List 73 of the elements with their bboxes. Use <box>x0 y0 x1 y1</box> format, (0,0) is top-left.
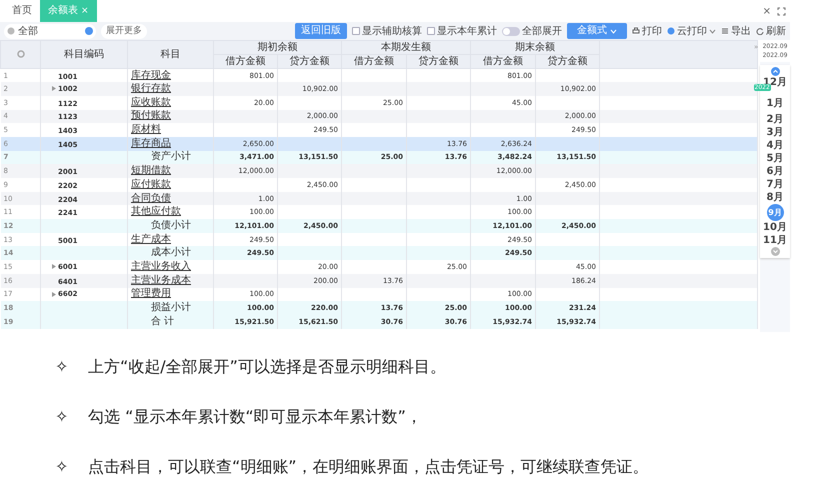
note-text: 上方“收起/全部展开”可以选择是否显示明细科目。 <box>88 356 446 377</box>
month-item[interactable]: 11月 <box>763 234 787 247</box>
caret-icon <box>610 28 617 34</box>
column-group-header: 本期发生额 <box>342 40 470 54</box>
expand-more-button[interactable]: 展开更多 <box>101 24 147 38</box>
close-button[interactable]: × <box>762 4 771 18</box>
account-link[interactable]: 预付账款 <box>131 110 171 122</box>
bullet-marker: ✧ <box>55 356 70 377</box>
account-link[interactable]: 库存现金 <box>131 70 171 81</box>
account-link[interactable]: 主营业务收入 <box>131 260 191 272</box>
account-link[interactable]: 应付账款 <box>131 178 171 190</box>
column-header: 科目 <box>128 40 214 68</box>
checkbox-label: 显示本年累计 <box>437 24 497 38</box>
note-text: 点击科目，可以联查“明细账”，在明细账界面，点击凭证号，可继续联查凭证。 <box>88 456 649 477</box>
subtotal-label: 资产小计 <box>150 151 191 162</box>
printer-icon <box>632 27 640 35</box>
column-header: 贷方金额 <box>536 54 600 68</box>
subtotal-label: 合 计 <box>150 316 174 327</box>
circle-icon <box>667 27 675 35</box>
caret-icon <box>709 28 716 34</box>
note-text: 勾选 “显示本年累计数“即可显示本年累计数”， <box>88 406 422 427</box>
export-icon <box>721 27 729 35</box>
account-link[interactable]: 短期借款 <box>131 165 171 176</box>
expand-icon[interactable] <box>52 86 56 92</box>
checkbox-label: 显示辅助核算 <box>362 24 422 38</box>
expand-icon[interactable] <box>52 264 56 270</box>
month-item[interactable]: 1月 <box>766 97 784 110</box>
month-item[interactable]: 8月 <box>766 191 784 204</box>
account-link[interactable]: 合同负债 <box>131 192 171 204</box>
refresh-icon <box>756 27 764 35</box>
account-link[interactable]: 主营业务成本 <box>131 274 191 286</box>
month-item[interactable]: 3月 <box>766 126 784 139</box>
account-link[interactable]: 原材料 <box>131 124 161 136</box>
export-button[interactable]: 导出 <box>721 24 751 38</box>
account-link[interactable]: 银行存款 <box>131 83 171 94</box>
checkbox[interactable] <box>352 27 360 35</box>
expand-icon[interactable] <box>52 292 56 297</box>
account-link[interactable]: 应收账款 <box>131 96 171 108</box>
scope-value: 全部 <box>18 24 38 38</box>
toggle-switch[interactable] <box>502 26 520 36</box>
refresh-button[interactable]: 刷新 <box>756 24 786 38</box>
scroll-up-icon[interactable] <box>770 67 780 76</box>
scroll-down-icon[interactable] <box>770 247 780 256</box>
month-item[interactable]: 5月 <box>766 152 784 165</box>
print-button[interactable]: 打印 <box>632 24 662 38</box>
account-link[interactable]: 库存商品 <box>131 138 171 149</box>
account-link[interactable]: 其他应付款 <box>131 206 181 218</box>
scope-select[interactable]: 全部 <box>4 24 96 38</box>
cloud-print-button[interactable]: 云打印 <box>667 24 716 38</box>
column-header: 借方金额 <box>470 54 536 68</box>
account-link[interactable]: 管理费用 <box>131 288 171 300</box>
month-item[interactable]: 10月 <box>763 221 787 234</box>
column-header: 借方金额 <box>214 54 278 68</box>
column-group-header: 期末余额 <box>470 40 600 54</box>
column-header: 贷方金额 <box>278 54 342 68</box>
fullscreen-icon[interactable] <box>777 6 786 16</box>
bullet-marker: ✧ <box>55 456 70 477</box>
account-link[interactable]: 生产成本 <box>131 234 171 245</box>
column-header: 科目编码 <box>40 40 128 68</box>
checkbox[interactable] <box>427 27 435 35</box>
tab[interactable]: 首页 <box>4 0 40 22</box>
column-header: 借方金额 <box>342 54 406 68</box>
month-item[interactable]: 7月 <box>766 178 784 191</box>
subtotal-label: 成本小计 <box>150 247 191 258</box>
month-item[interactable]: 2月 <box>766 113 784 126</box>
switch-label: 全部展开 <box>522 24 562 38</box>
bullet-marker: ✧ <box>55 406 70 427</box>
subtotal-label: 损益小计 <box>150 302 191 314</box>
month-item[interactable]: 4月 <box>766 139 784 152</box>
column-group-header: 期初余额 <box>214 40 342 54</box>
column-header: 贷方金额 <box>406 54 470 68</box>
month-item[interactable]: 6月 <box>766 165 784 178</box>
subtotal-label: 负债小计 <box>150 220 191 231</box>
